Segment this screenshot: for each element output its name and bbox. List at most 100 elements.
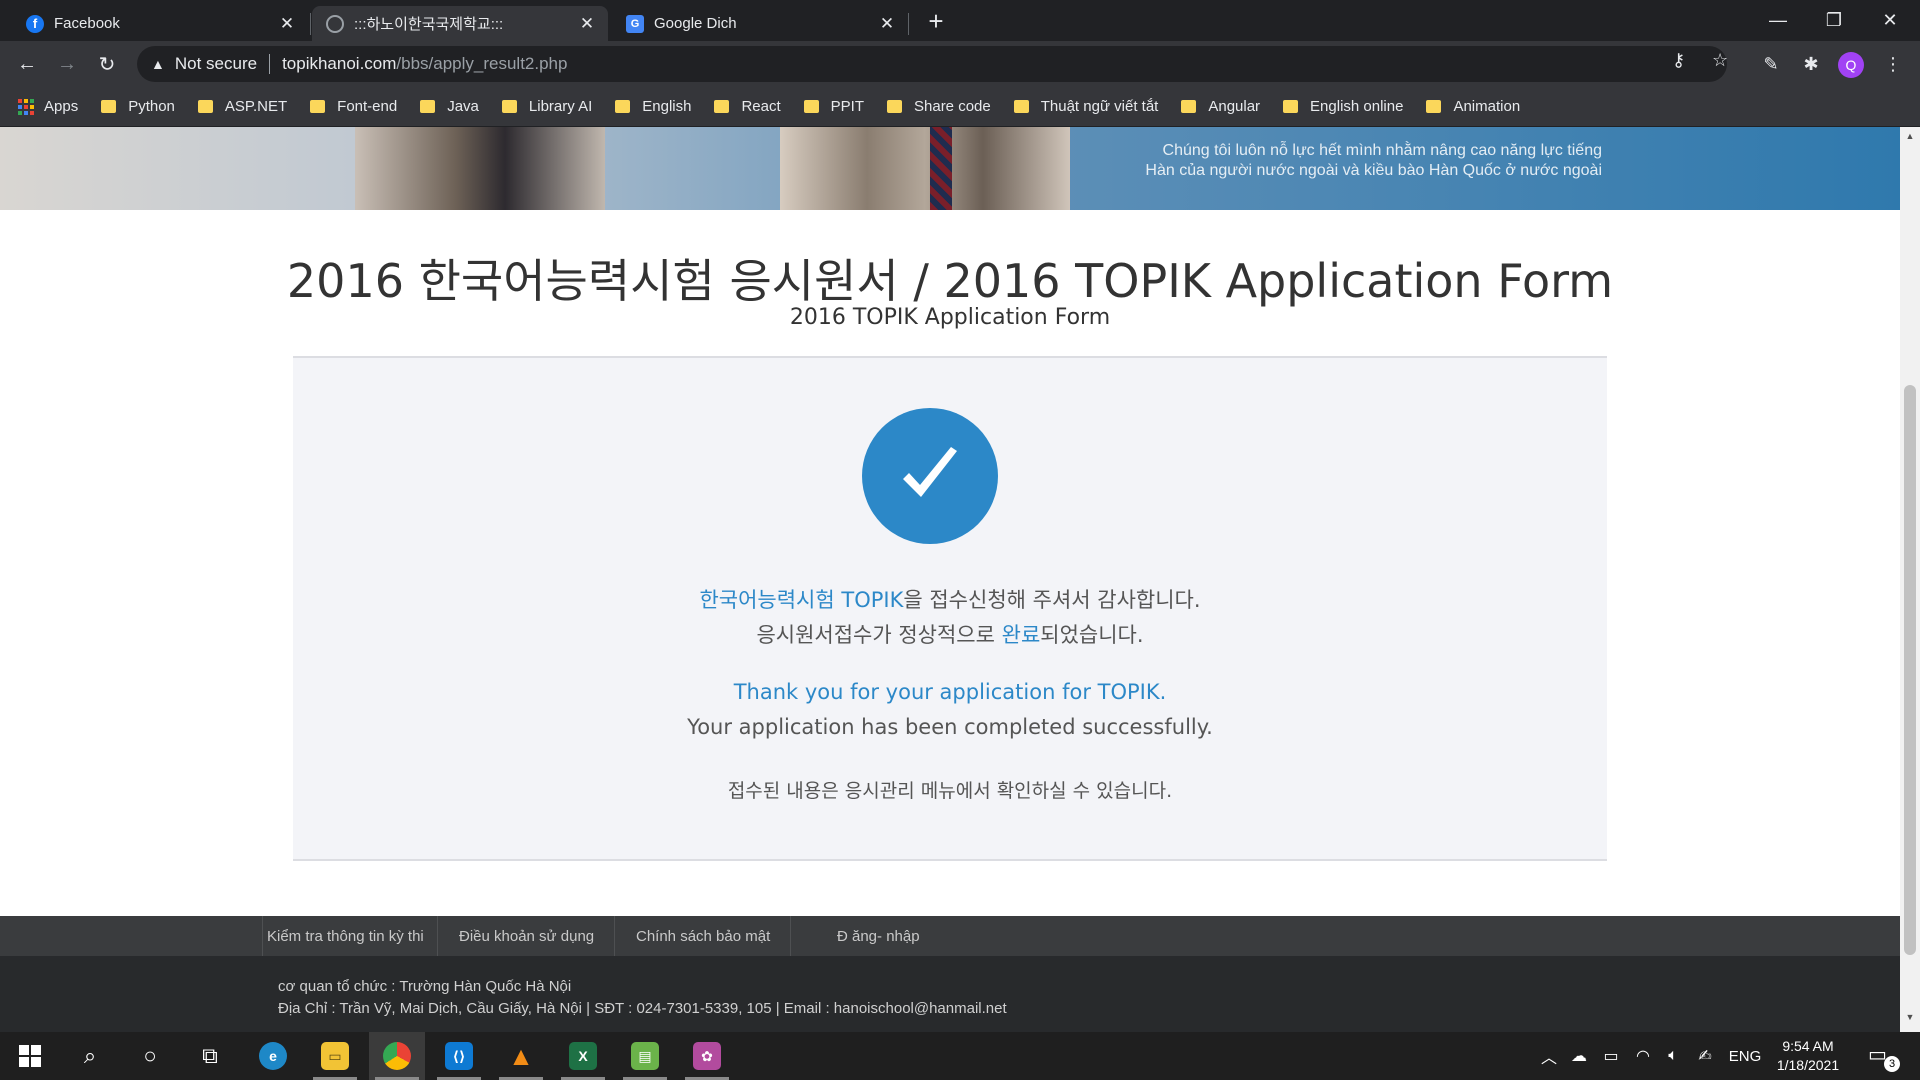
restore-button[interactable]: ❐ <box>1806 0 1862 41</box>
scroll-down-arrow-icon[interactable]: ▼ <box>1900 1012 1920 1028</box>
url-path[interactable]: /bbs/apply_result2.php <box>396 54 567 74</box>
banner-tie-image <box>930 127 952 210</box>
folder-icon <box>1426 100 1442 113</box>
folder-icon <box>714 100 730 113</box>
bookmark-label: Font-end <box>337 98 398 115</box>
language-indicator[interactable]: ENG <box>1722 1032 1768 1080</box>
footer-divider <box>262 916 263 956</box>
bookmark-label: Java <box>447 98 479 115</box>
profile-avatar[interactable]: Q <box>1838 52 1864 78</box>
scrollbar-thumb[interactable] <box>1904 385 1916 955</box>
onedrive-cloud-icon[interactable]: ☁ <box>1564 1032 1594 1080</box>
minimize-button[interactable]: — <box>1750 0 1806 41</box>
page-viewport: Chúng tôi luôn nỗ lực hết mình nhằm nâng… <box>0 127 1900 1032</box>
bookmarks-bar: Apps Python ASP.NET Font-end Java Librar… <box>0 87 1920 127</box>
bookmark-folder[interactable]: Thuật ngữ viết tắt <box>1013 98 1158 115</box>
page-scrollbar[interactable]: ▲ ▼ <box>1900 127 1920 1032</box>
cortana-icon[interactable]: ○ <box>122 1032 178 1080</box>
address-bar[interactable]: ▲ Not secure topikhanoi.com /bbs/apply_r… <box>137 46 1727 82</box>
bookmark-folder[interactable]: PPIT <box>803 98 864 115</box>
bookmark-label: React <box>741 98 781 115</box>
bookmark-star-icon[interactable]: ☆ <box>1712 50 1728 71</box>
highlight-text: 완료 <box>1001 623 1041 647</box>
folder-icon <box>420 100 436 113</box>
bookmark-folder[interactable]: Share code <box>887 98 991 115</box>
excel-icon[interactable]: X <box>555 1032 611 1080</box>
paint-icon[interactable]: ✿ <box>679 1032 735 1080</box>
footer-link-privacy[interactable]: Chính sách bảo mật <box>636 916 770 956</box>
windows-taskbar: ⌕ ○ ⧉ e ▭ ⟨⟩ ▲ X ▤ ✿ ︿ ☁ ▭ ◠ 🔈︎ ✍ ENG 9:… <box>0 1032 1920 1080</box>
task-view-icon[interactable]: ⧉ <box>182 1032 238 1080</box>
page-subtitle: 2016 TOPIK Application Form <box>789 305 1111 330</box>
file-explorer-icon[interactable]: ▭ <box>307 1032 363 1080</box>
bookmark-apps[interactable]: Apps <box>18 98 78 115</box>
bookmark-label: Apps <box>44 98 79 115</box>
bookmark-label: PPIT <box>830 98 864 115</box>
show-hidden-icons-icon[interactable]: ︿ <box>1536 1032 1562 1080</box>
message-text: 을 접수신청해 주셔서 감사합니다. <box>903 588 1201 612</box>
close-tab-icon[interactable]: ✕ <box>578 14 596 33</box>
bookmark-folder[interactable]: Java <box>420 98 479 115</box>
security-label[interactable]: Not secure <box>175 54 257 74</box>
tab-google-dich[interactable]: G Google Dich ✕ <box>612 6 908 41</box>
bookmark-label: Share code <box>914 98 991 115</box>
ko-complete-line: 응시원서접수가 정상적으로 완료되었습니다. <box>293 619 1607 649</box>
taskbar-clock[interactable]: 9:54 AM 1/18/2021 <box>1768 1037 1848 1075</box>
reload-button[interactable]: ↻ <box>92 49 122 79</box>
bookmark-folder[interactable]: Animation <box>1426 98 1520 115</box>
scroll-up-arrow-icon[interactable]: ▲ <box>1900 131 1920 147</box>
forward-button[interactable]: → <box>52 49 82 79</box>
footer-link-login[interactable]: Đ ăng- nhập <box>837 916 920 956</box>
menu-kebab-icon[interactable]: ⋮ <box>1880 51 1906 77</box>
volume-icon[interactable]: 🔈︎ <box>1658 1032 1688 1080</box>
en-thanks-line: Thank you for your application for TOPIK… <box>733 680 1167 704</box>
url-host[interactable]: topikhanoi.com <box>282 54 396 74</box>
new-tab-button[interactable]: + <box>922 8 950 36</box>
message-text: 응시원서접수가 정상적으로 <box>756 623 1002 647</box>
battery-icon[interactable]: ▭ <box>1596 1032 1626 1080</box>
highlight-text: 한국어능력시험 TOPIK <box>699 588 904 612</box>
extensions-puzzle-icon[interactable]: ✱ <box>1798 51 1824 77</box>
folder-icon <box>310 100 326 113</box>
action-center-icon[interactable]: ▭ 3 <box>1868 1042 1900 1072</box>
bookmark-folder[interactable]: English online <box>1283 98 1403 115</box>
folder-icon <box>197 100 213 113</box>
bookmark-folder[interactable]: Library AI <box>501 98 593 115</box>
search-icon[interactable]: ⌕ <box>62 1032 118 1080</box>
close-window-button[interactable]: ✕ <box>1862 0 1918 41</box>
vlc-icon[interactable]: ▲ <box>493 1032 549 1080</box>
folder-icon <box>887 100 902 113</box>
tab-hanoi-school[interactable]: :::하노이한국국제학교::: ✕ <box>312 6 608 41</box>
photo-icon[interactable]: ▤ <box>617 1032 673 1080</box>
close-tab-icon[interactable]: ✕ <box>278 14 296 33</box>
header-banner: Chúng tôi luôn nỗ lực hết mình nhằm nâng… <box>0 127 1900 210</box>
edge-icon[interactable]: e <box>245 1032 301 1080</box>
footer-link-terms[interactable]: Điều khoản sử dụng <box>459 916 594 956</box>
wifi-icon[interactable]: ◠ <box>1628 1032 1658 1080</box>
close-tab-icon[interactable]: ✕ <box>878 14 896 33</box>
back-button[interactable]: ← <box>12 49 42 79</box>
bookmark-folder[interactable]: Angular <box>1181 98 1260 115</box>
checkmark-icon <box>903 447 957 497</box>
windows-logo-icon <box>19 1045 41 1067</box>
folder-icon <box>501 100 517 113</box>
chrome-icon[interactable] <box>369 1032 425 1080</box>
tab-facebook[interactable]: f Facebook ✕ <box>12 6 308 41</box>
application-result-panel: 한국어능력시험 TOPIK을 접수신청해 주셔서 감사합니다. 응시원서접수가 … <box>293 356 1607 861</box>
banner-student-image <box>780 127 1070 210</box>
vscode-icon[interactable]: ⟨⟩ <box>431 1032 487 1080</box>
bookmark-folder[interactable]: English <box>615 98 691 115</box>
bookmark-folder[interactable]: Font-end <box>310 98 397 115</box>
start-icon[interactable] <box>2 1032 58 1080</box>
bookmark-folder[interactable]: ASP.NET <box>197 98 287 115</box>
warning-icon[interactable]: ▲ <box>151 56 165 72</box>
folder-icon <box>615 100 631 113</box>
bookmark-label: Library AI <box>528 98 593 115</box>
footer-link-exam-info[interactable]: Kiểm tra thông tin kỳ thi <box>267 916 437 956</box>
bookmark-folder[interactable]: React <box>714 98 781 115</box>
pen-ink-icon[interactable]: ✍ <box>1690 1032 1720 1080</box>
bookmark-folder[interactable]: Python <box>101 98 175 115</box>
key-icon[interactable]: ⚷ <box>1672 50 1685 71</box>
tab-separator <box>908 13 909 35</box>
extension-pen-icon[interactable]: ✎ <box>1758 51 1784 77</box>
